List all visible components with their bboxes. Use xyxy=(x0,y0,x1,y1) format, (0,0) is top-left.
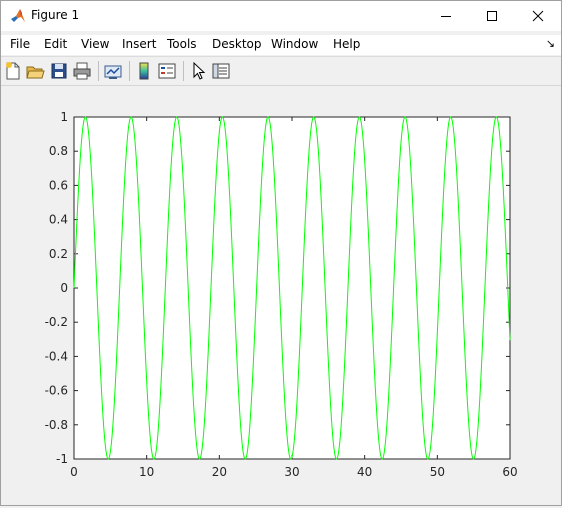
window-title: Figure 1 xyxy=(31,8,80,22)
x-tick-label: 40 xyxy=(357,465,372,479)
save-icon[interactable] xyxy=(49,61,69,81)
menu-view[interactable]: View xyxy=(81,37,109,51)
menu-insert[interactable]: Insert xyxy=(122,37,156,51)
plot-svg: 0 10 20 30 40 50 60 -1 -0.8 -0.6 -0.4 -0.2 0 0.2 0.4 0.… xyxy=(45,110,518,479)
y-tick-label: 0.4 xyxy=(49,213,68,227)
toolbar-separator xyxy=(98,61,99,81)
figure-toolbar xyxy=(1,56,561,86)
menu-tools[interactable]: Tools xyxy=(167,37,197,51)
pointer-icon[interactable] xyxy=(189,61,209,81)
print-icon[interactable] xyxy=(72,61,92,81)
y-tick-label: -0.2 xyxy=(45,315,68,329)
matlab-logo-icon xyxy=(11,9,25,22)
insert-legend-icon[interactable] xyxy=(157,61,177,81)
minimize-button[interactable] xyxy=(423,1,469,31)
dock-arrow-icon[interactable]: ↘ xyxy=(546,37,555,50)
x-tick-label: 30 xyxy=(284,465,299,479)
toolbar-separator xyxy=(129,61,130,81)
menu-file[interactable]: File xyxy=(10,37,30,51)
figure-canvas: 0 10 20 30 40 50 60 -1 -0.8 -0.6 -0.4 -0.2 0 0.2 0.4 0.… xyxy=(2,86,561,504)
x-tick-label: 60 xyxy=(502,465,517,479)
insert-colorbar-icon[interactable] xyxy=(134,61,154,81)
y-tick-label: 1 xyxy=(60,110,68,124)
maximize-button[interactable] xyxy=(469,1,515,31)
y-tick-label: -0.4 xyxy=(45,349,68,363)
menu-window[interactable]: Window xyxy=(271,37,318,51)
x-tick-label: 20 xyxy=(212,465,227,479)
y-tick-label: -1 xyxy=(56,452,68,466)
link-plot-icon[interactable] xyxy=(103,61,123,81)
minimize-icon xyxy=(441,16,451,17)
y-tick-label: -0.6 xyxy=(45,384,68,398)
x-tick-label: 0 xyxy=(70,465,78,479)
x-tick-label: 50 xyxy=(430,465,445,479)
menu-help[interactable]: Help xyxy=(333,37,360,51)
y-tick-label: -0.8 xyxy=(45,418,68,432)
menu-bar: File Edit View Insert Tools Desktop Wind… xyxy=(1,35,561,55)
x-tick-label: 10 xyxy=(139,465,154,479)
property-inspector-icon[interactable] xyxy=(211,61,231,81)
maximize-icon xyxy=(487,11,497,21)
toolbar-separator xyxy=(183,61,184,81)
y-tick-label: 0.8 xyxy=(49,144,68,158)
y-tick-label: 0.6 xyxy=(49,178,68,192)
open-file-icon[interactable] xyxy=(25,61,45,81)
figure-window: Figure 1 File Edit View Insert Tools Des… xyxy=(0,0,562,506)
menu-edit[interactable]: Edit xyxy=(44,37,67,51)
title-bar: Figure 1 xyxy=(1,1,561,31)
menu-desktop[interactable]: Desktop xyxy=(212,37,262,51)
close-button[interactable] xyxy=(515,1,561,31)
y-tick-label: 0 xyxy=(60,281,68,295)
new-figure-icon[interactable] xyxy=(3,61,23,81)
close-icon xyxy=(532,10,544,22)
y-tick-label: 0.2 xyxy=(49,247,68,261)
